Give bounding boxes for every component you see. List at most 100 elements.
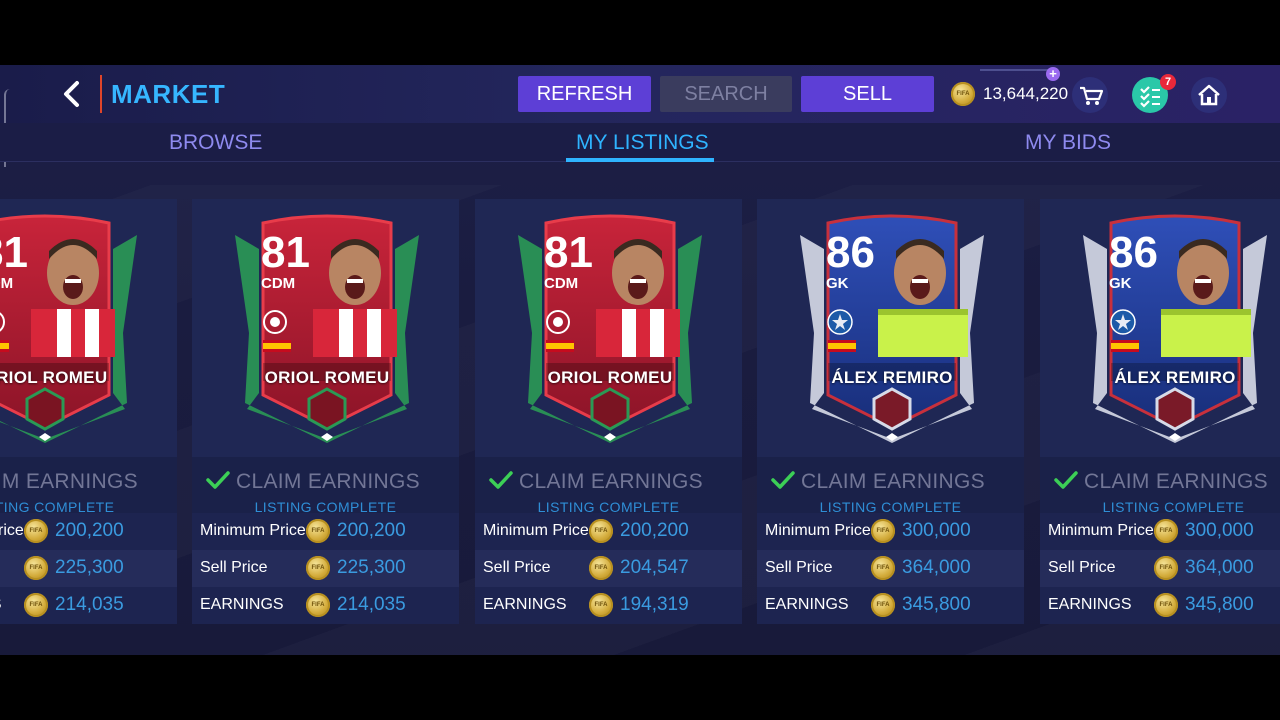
tab-my-bids[interactable]: MY BIDS [1025, 131, 1111, 155]
coin-balance: 13,644,220 [983, 84, 1069, 103]
earnings-label: EARNINGS [483, 596, 567, 613]
earnings-label: EARNINGS [765, 596, 849, 613]
home-button[interactable] [1191, 77, 1227, 113]
store-cart-button[interactable] [1072, 77, 1108, 113]
player-position: CDM [261, 275, 296, 292]
min-price-value: 300,000 [1185, 520, 1254, 541]
coin-icon [871, 519, 895, 543]
spain-flag-icon [546, 340, 574, 352]
tab-my-listings[interactable]: MY LISTINGS [576, 131, 709, 155]
min-price-label: Minimum Price [1048, 522, 1154, 539]
coin-icon [871, 593, 895, 617]
refresh-button[interactable]: REFRESH [518, 76, 651, 112]
sell-price-value: 204,547 [620, 557, 689, 578]
player-photo [582, 223, 694, 357]
home-icon [1198, 84, 1220, 106]
earnings-label: EARNINGS [0, 596, 2, 614]
min-price-value: 300,000 [902, 520, 971, 541]
earnings-row: EARNINGS 214,035 [0, 587, 177, 624]
player-name: ÁLEX REMIRO [1114, 368, 1236, 387]
min-price-row: Minimum Price 200,200 [0, 513, 177, 550]
coin-icon [306, 556, 330, 580]
header-divider [100, 75, 102, 113]
market-tabs: BROWSE MY LISTINGS MY BIDS [0, 123, 1280, 162]
coin-icon [589, 593, 613, 617]
earnings-row: EARNINGS 345,800 [757, 587, 1024, 624]
listing-card[interactable]: 81 CDM ORIOL ROMEU CLAIM EARNINGS LISTIN… [0, 199, 177, 624]
coin-icon [1154, 519, 1178, 543]
spain-flag-icon [263, 340, 291, 352]
league-logo-icon [263, 310, 287, 334]
player-photo [864, 223, 976, 357]
spain-flag-icon [1111, 340, 1139, 352]
player-position: GK [1109, 275, 1132, 292]
player-name: ORIOL ROMEU [264, 368, 390, 387]
coin-icon [306, 519, 330, 543]
tab-browse[interactable]: BROWSE [169, 131, 262, 155]
player-position: CDM [544, 275, 579, 292]
sell-price-value: 225,300 [55, 557, 124, 578]
claim-earnings-button[interactable]: CLAIM EARNINGS [1084, 470, 1268, 494]
sell-price-row: Sell Price 364,000 [757, 550, 1024, 587]
player-rating: 81 [0, 228, 28, 277]
back-button[interactable] [58, 79, 86, 109]
claim-earnings-button[interactable]: CLAIM EARNINGS [801, 470, 985, 494]
player-card[interactable]: 81 CDM ORIOL ROMEU [512, 213, 708, 445]
sell-price-value: 364,000 [1185, 557, 1254, 578]
earnings-value: 194,319 [620, 594, 689, 615]
league-logo-icon [546, 310, 570, 334]
spain-flag-icon [828, 340, 856, 352]
min-price-row: Minimum Price 200,200 [192, 513, 459, 550]
check-icon [1054, 471, 1078, 489]
check-icon [489, 471, 513, 489]
player-name: ÁLEX REMIRO [831, 368, 953, 387]
add-coins-button[interactable]: + [1046, 67, 1060, 81]
player-position: GK [826, 275, 849, 292]
claim-earnings-button[interactable]: CLAIM EARNINGS [0, 470, 138, 494]
min-price-label: Minimum Price [483, 522, 589, 539]
player-photo [17, 223, 129, 357]
min-price-label: Minimum Price [765, 522, 871, 539]
sell-button[interactable]: SELL [801, 76, 934, 112]
player-photo [299, 223, 411, 357]
min-price-row: Minimum Price 300,000 [757, 513, 1024, 550]
min-price-value: 200,200 [337, 520, 406, 541]
search-button[interactable]: SEARCH [660, 76, 792, 112]
notification-badge: 7 [1160, 74, 1176, 90]
claim-earnings-button[interactable]: CLAIM EARNINGS [519, 470, 703, 494]
player-position: CDM [0, 275, 14, 292]
chevron-left-icon [64, 81, 79, 107]
player-rating: 81 [544, 228, 593, 277]
player-card[interactable]: 86 GK ÁLEX REMIRO [794, 213, 990, 445]
min-price-label: Minimum Price [200, 522, 306, 539]
earnings-row: EARNINGS 214,035 [192, 587, 459, 624]
check-icon [771, 471, 795, 489]
sell-price-row: Sell Price 225,300 [0, 550, 177, 587]
listing-card[interactable]: 86 GK ÁLEX REMIRO CLAIM EARNINGS LISTING… [1040, 199, 1280, 624]
star-badge-icon [1110, 309, 1136, 335]
sell-price-label: Sell Price [200, 559, 268, 576]
earnings-value: 214,035 [55, 594, 124, 615]
min-price-value: 200,200 [620, 520, 689, 541]
listing-card[interactable]: 81 CDM ORIOL ROMEU CLAIM EARNINGS LISTIN… [475, 199, 742, 624]
earnings-value: 345,800 [902, 594, 971, 615]
sell-price-label: Sell Price [1048, 559, 1116, 576]
header-bar: MARKET REFRESH SEARCH SELL + 13,644,220 … [0, 65, 1280, 167]
earnings-row: EARNINGS 194,319 [475, 587, 742, 624]
market-screen: MARKET REFRESH SEARCH SELL + 13,644,220 … [0, 65, 1280, 655]
active-tab-indicator [566, 158, 714, 162]
player-card[interactable]: 86 GK ÁLEX REMIRO [1077, 213, 1273, 445]
listing-card[interactable]: 81 CDM ORIOL ROMEU CLAIM EARNINGS LISTIN… [192, 199, 459, 624]
sell-price-value: 364,000 [902, 557, 971, 578]
sell-price-label: Sell Price [765, 559, 833, 576]
sell-price-row: Sell Price 364,000 [1040, 550, 1280, 587]
min-price-label: Minimum Price [0, 522, 24, 539]
min-price-value: 200,200 [55, 520, 124, 541]
player-card[interactable]: 81 CDM ORIOL ROMEU [0, 213, 143, 445]
listing-card[interactable]: 86 GK ÁLEX REMIRO CLAIM EARNINGS LISTING… [757, 199, 1024, 624]
claim-earnings-button[interactable]: CLAIM EARNINGS [236, 470, 420, 494]
sell-price-row: Sell Price 204,547 [475, 550, 742, 587]
earnings-label: EARNINGS [200, 596, 284, 613]
player-card[interactable]: 81 CDM ORIOL ROMEU [229, 213, 425, 445]
sell-price-row: Sell Price 225,300 [192, 550, 459, 587]
